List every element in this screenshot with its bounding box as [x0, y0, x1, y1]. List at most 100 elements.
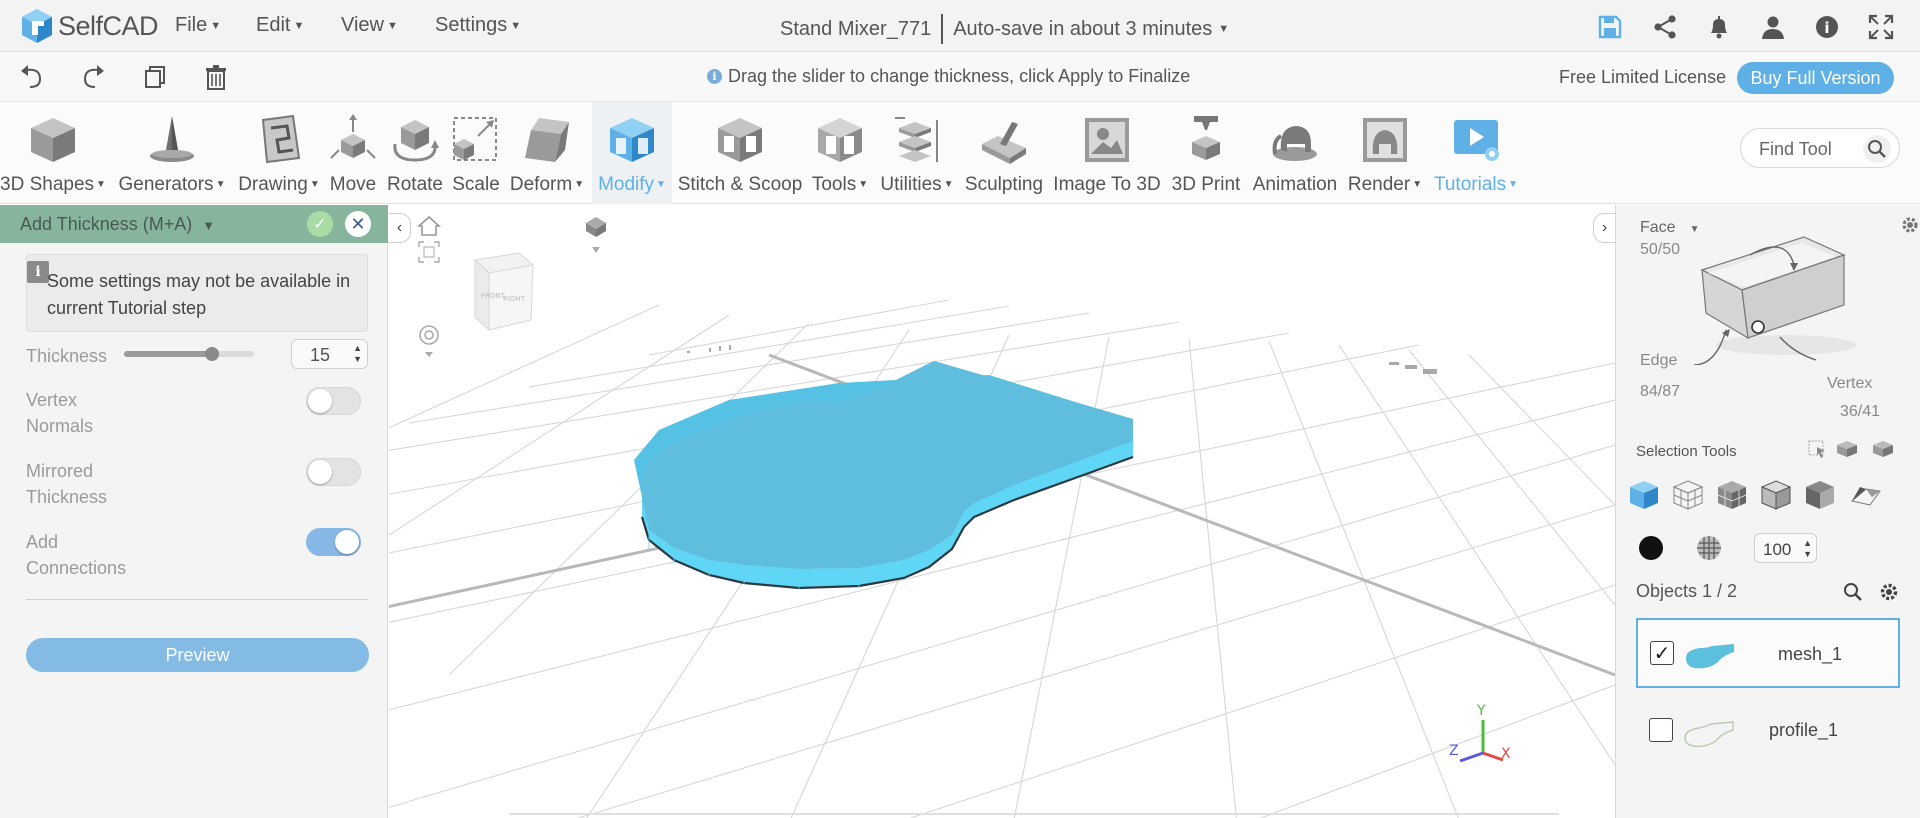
chevron-down-icon[interactable]: ▼ [1218, 23, 1229, 35]
logo-text: SelfCAD [58, 10, 159, 41]
tool-sculpting[interactable]: Sculpting [962, 102, 1046, 204]
share-icon[interactable] [1652, 14, 1678, 40]
tool-rotate[interactable]: Rotate [384, 102, 446, 204]
vertex-label[interactable]: Vertex [1827, 375, 1872, 393]
collapse-right-panel-button[interactable]: › [1593, 213, 1615, 243]
preview-button[interactable]: Preview [26, 638, 369, 672]
thickness-slider-handle[interactable] [205, 347, 220, 361]
stepper-arrows-icon[interactable]: ▲ ▼ [1803, 538, 1812, 560]
tool-animation[interactable]: Animation [1248, 102, 1342, 204]
perspective-icon[interactable] [586, 217, 606, 253]
bell-icon[interactable] [1706, 14, 1732, 40]
tool-modify[interactable]: Modify ▼ [592, 102, 672, 204]
select-vertex-tool-icon[interactable] [1850, 487, 1881, 506]
vertex-normals-toggle[interactable] [306, 387, 361, 415]
object-visibility-checkbox[interactable] [1649, 718, 1673, 742]
title-separator [941, 14, 944, 44]
autosave-status[interactable]: Auto-save in about 3 minutes [953, 18, 1212, 41]
tool-render[interactable]: Render ▼ [1344, 102, 1426, 204]
object-name[interactable]: profile_1 [1769, 720, 1838, 741]
home-view-icon[interactable] [416, 215, 442, 236]
tool-label: Image To 3D [1053, 174, 1161, 195]
close-panel-button[interactable]: ✕ [345, 211, 371, 237]
opacity-stepper[interactable]: 100 ▲ ▼ [1754, 533, 1817, 563]
texture-icon[interactable] [1694, 533, 1724, 563]
instruction-hint: i Drag the slider to change thickness, c… [707, 66, 1190, 87]
menu-view[interactable]: View ▼ [341, 14, 398, 37]
3d-viewport[interactable]: FRONT RIGHT Y X Z ‹ › [389, 205, 1615, 818]
tool-drawing[interactable]: Drawing ▼ [236, 102, 322, 204]
tool-deform[interactable]: Deform ▼ [506, 102, 588, 204]
gear-icon[interactable] [1900, 215, 1920, 235]
search-objects-icon[interactable] [1842, 581, 1864, 603]
object-visibility-checkbox[interactable]: ✓ [1650, 641, 1674, 665]
tool-tools[interactable]: Tools ▼ [808, 102, 872, 204]
view-cube-front-label[interactable]: FRONT [481, 292, 506, 300]
edge-label[interactable]: Edge [1640, 352, 1677, 370]
select-pointer-icon[interactable] [1808, 440, 1825, 458]
tool-label: Utilities ▼ [880, 174, 953, 196]
trash-icon[interactable] [202, 63, 230, 91]
user-icon[interactable] [1760, 14, 1786, 40]
tool-label-text: Modify [598, 174, 655, 195]
tool-label: Tutorials ▼ [1434, 174, 1518, 196]
tool-label: Stitch & Scoop [677, 174, 803, 195]
fullscreen-icon[interactable] [1868, 14, 1894, 40]
object-row-mesh-1[interactable]: ✓ mesh_1 [1636, 618, 1900, 688]
chevron-down-icon[interactable]: ▼ [202, 218, 215, 233]
save-icon[interactable] [1597, 14, 1623, 40]
add-connections-toggle[interactable] [306, 528, 361, 556]
scene-canvas[interactable]: FRONT RIGHT Y X Z [389, 205, 1615, 818]
stepper-arrows-icon[interactable]: ▲ ▼ [353, 343, 362, 365]
mesh-object[interactable] [634, 361, 1134, 590]
view-cube-right-label[interactable]: RIGHT [503, 295, 526, 303]
menu-file[interactable]: File ▼ [175, 14, 221, 37]
menu-settings-label: Settings [435, 14, 508, 36]
objects-settings-gear-icon[interactable] [1878, 581, 1900, 603]
selection-mode-cube[interactable] [1686, 215, 1886, 365]
project-name[interactable]: Stand Mixer_771 [780, 18, 931, 41]
tool-generators[interactable]: Generators ▼ [114, 102, 230, 204]
object-row-profile-1[interactable]: profile_1 [1636, 695, 1900, 765]
copy-icon[interactable] [141, 63, 169, 91]
tool-3d-shapes[interactable]: 3D Shapes ▼ [0, 102, 106, 204]
select-grid-tool-icon[interactable] [1672, 480, 1704, 510]
select-edge-tool-icon[interactable] [1760, 480, 1792, 510]
selfcad-logo[interactable]: SelfCAD [20, 6, 159, 46]
thickness-stepper[interactable]: 15 ▲ ▼ [291, 339, 368, 369]
camera-target-icon[interactable] [419, 325, 439, 357]
buy-full-version-button[interactable]: Buy Full Version [1737, 62, 1894, 94]
tool-utilities[interactable]: Utilities ▼ [874, 102, 960, 204]
select-cube-icon[interactable] [1873, 441, 1893, 457]
select-face-tool-icon[interactable] [1806, 481, 1834, 509]
tool-image-to-3d[interactable]: Image To 3D [1050, 102, 1164, 204]
select-box-icon[interactable] [1837, 441, 1857, 457]
tool-tutorials[interactable]: Tutorials ▼ [1428, 102, 1524, 204]
mirrored-thickness-toggle[interactable] [306, 458, 361, 486]
apply-check-button[interactable]: ✓ [307, 211, 333, 237]
panel-header: Add Thickness (M+A) ▼ ✓ ✕ [0, 205, 388, 243]
redo-icon[interactable] [79, 63, 107, 91]
collapse-left-panel-button[interactable]: ‹ [389, 213, 411, 243]
thickness-slider[interactable] [124, 347, 254, 361]
tool-move[interactable]: Move [324, 102, 382, 204]
menu-settings[interactable]: Settings ▼ [435, 14, 521, 37]
search-icon[interactable] [1863, 135, 1891, 163]
help-icon[interactable]: i [1814, 14, 1840, 40]
find-tool-search[interactable]: Find Tool [1740, 128, 1900, 168]
objects-count-label: Objects 1 / 2 [1636, 581, 1738, 601]
fit-view-icon[interactable] [418, 241, 440, 263]
tool-scale[interactable]: Scale [448, 102, 504, 204]
color-swatch[interactable] [1636, 533, 1666, 563]
mirrored-label-line2: Thickness [26, 487, 108, 507]
tool-stitch-scoop[interactable]: Stitch & Scoop [674, 102, 806, 204]
menu-edit[interactable]: Edit ▼ [256, 14, 304, 37]
view-cube[interactable]: FRONT RIGHT [473, 252, 535, 332]
undo-icon[interactable] [18, 63, 46, 91]
generator-icon [150, 116, 194, 162]
object-name[interactable]: mesh_1 [1778, 644, 1842, 665]
select-object-tool-icon[interactable] [1630, 481, 1658, 509]
select-mesh-tool-icon[interactable] [1717, 481, 1747, 509]
panel-title[interactable]: Add Thickness (M+A) ▼ [20, 214, 215, 235]
tool-3d-print[interactable]: 3D Print [1166, 102, 1246, 204]
